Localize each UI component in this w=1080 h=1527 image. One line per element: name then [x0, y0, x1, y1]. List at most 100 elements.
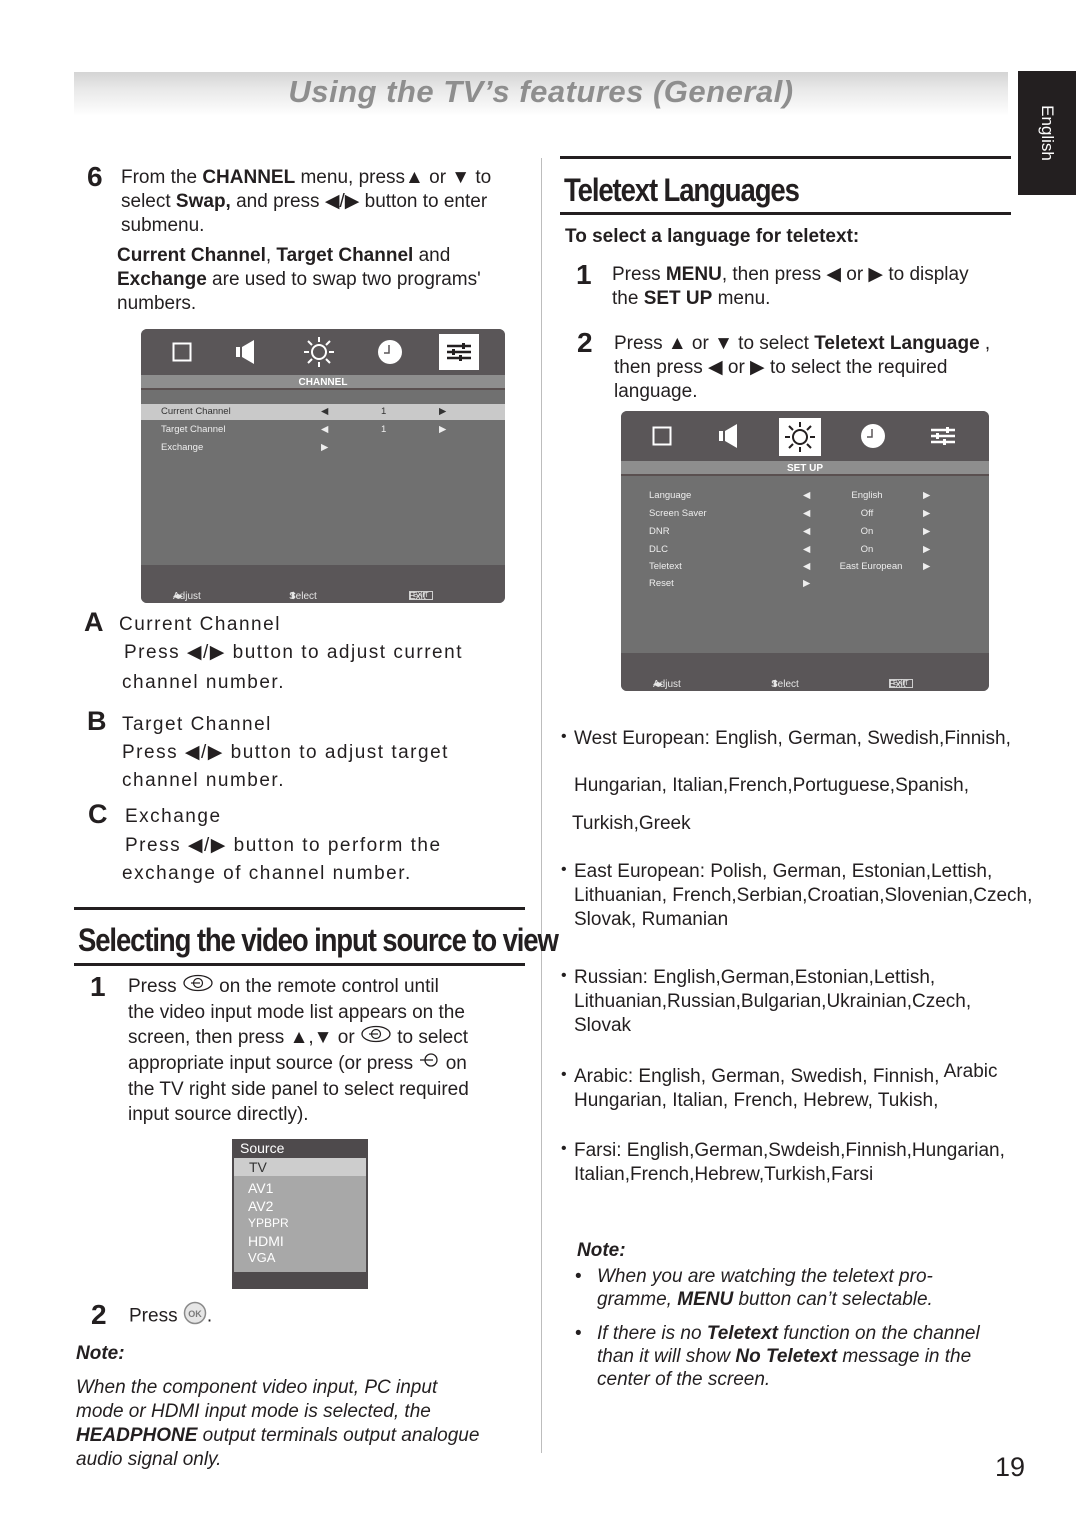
left-right-arrow-icon: ◀/▶	[324, 191, 360, 212]
language-tab: English	[1018, 71, 1076, 195]
osd-row-teletext[interactable]: Teletext ◀ East European ▶	[621, 559, 989, 575]
source-item-selected[interactable]: TV	[234, 1158, 366, 1176]
osd-row-dnr[interactable]: DNR ◀ On ▶	[621, 524, 989, 540]
item-title-b: Target Channel	[122, 714, 272, 735]
teletext-subtitle: To select a language for teletext:	[565, 226, 860, 247]
setup-icon[interactable]	[779, 418, 821, 456]
left-arrow-icon: ◀	[803, 561, 811, 572]
right-arrow-icon: ▶	[923, 508, 931, 519]
page-number: 19	[995, 1452, 1026, 1482]
right-arrow-icon: ▶	[439, 424, 447, 435]
right-arrow-icon: ▶	[803, 578, 811, 589]
bullet-icon: •	[561, 967, 567, 984]
source-item[interactable]: HDMI	[248, 1233, 284, 1249]
source-item[interactable]: AV1	[248, 1180, 273, 1196]
language-tab-label: English	[1038, 105, 1057, 161]
svg-text:OK: OK	[188, 1309, 202, 1319]
right-arrow-icon: ▶	[923, 490, 931, 501]
section-rule-bottom	[560, 212, 1011, 215]
ok-button-icon: OK	[183, 1301, 207, 1332]
step-number: 2	[91, 1299, 107, 1330]
right-arrow-icon: ▶	[321, 442, 329, 453]
video-note-text: When the component video input, PC input…	[76, 1377, 480, 1470]
osd-row-current-channel[interactable]: Current Channel ◀ 1 ▶	[141, 404, 505, 420]
setup-menu-osd: SET UP Language ◀ English ▶ Screen Saver…	[621, 411, 989, 691]
sound-icon[interactable]	[709, 418, 749, 454]
osd-row-target-channel[interactable]: Target Channel ◀ 1 ▶	[141, 422, 505, 438]
channel-icon[interactable]	[439, 334, 479, 370]
item-desc-b-line1: Press ◀/▶ button to adjust target	[122, 742, 449, 763]
video-step2-text: Press OK.	[129, 1301, 212, 1332]
source-item[interactable]: VGA	[248, 1250, 275, 1265]
language-group-east-european: • East European: Polish, German, Estonia…	[561, 860, 1032, 932]
item-letter-a: A	[84, 607, 104, 637]
step-number: 1	[90, 971, 106, 1002]
video-section-title: Selecting the video input source to view	[78, 922, 559, 958]
section-rule-bottom	[74, 963, 525, 966]
column-divider	[541, 158, 542, 1453]
language-group-arabic: • Arabic: English, German, Swedish, Finn…	[561, 1061, 998, 1111]
bullet-icon: •	[575, 1266, 582, 1287]
item-title-c: Exchange	[125, 806, 222, 827]
channel-menu-osd: CHANNEL Current Channel ◀ 1 ▶ Target Cha…	[141, 329, 505, 603]
note-bullet-1: • When you are watching the teletext pro…	[575, 1266, 933, 1310]
left-arrow-icon: ◀	[803, 490, 811, 501]
video-step1-text: Press on the remote control until the vi…	[128, 975, 469, 1126]
item-desc-a-line1: Press ◀/▶ button to adjust current	[124, 642, 463, 663]
teletext-step1-text: Press MENU, then press ◀ or ▶ to display…	[612, 264, 969, 309]
picture-icon[interactable]	[642, 418, 682, 454]
item-title-a: Current Channel	[119, 614, 281, 635]
left-arrow-icon: ◀	[803, 526, 811, 537]
left-arrow-icon: ◀	[803, 544, 811, 555]
step-number: 6	[87, 161, 103, 192]
step-number: 2	[577, 327, 593, 358]
osd-row-language[interactable]: Language ◀ English ▶	[621, 488, 989, 504]
item-letter-c: C	[88, 799, 108, 829]
language-group-west-european: • West European: English, German, Swedis…	[561, 727, 1011, 836]
right-arrow-icon: ▶	[439, 406, 447, 417]
channel-icon[interactable]	[923, 418, 963, 454]
osd-menu-title: CHANNEL	[141, 375, 505, 390]
clock-icon[interactable]	[853, 418, 893, 454]
osd-icon-bar	[621, 411, 989, 461]
osd-row-exchange[interactable]: Exchange ▶	[141, 440, 505, 456]
note-bullet-2: • If there is no Teletext function on th…	[575, 1323, 980, 1390]
osd-footer: ◂▸ Adjust ⬍ Select EXIT Exit	[621, 653, 989, 691]
step6-text: From the CHANNEL menu, press▲ or ▼ to se…	[121, 167, 492, 236]
item-desc-c-line2: exchange of channel number.	[122, 863, 412, 884]
source-item[interactable]: AV2	[248, 1198, 273, 1214]
item-letter-b: B	[87, 706, 107, 736]
step-number: 1	[576, 259, 592, 290]
section-rule-top	[560, 156, 1011, 159]
note-label: Note:	[76, 1343, 125, 1364]
bullet-icon: •	[561, 728, 567, 745]
left-arrow-icon: ◀	[321, 406, 329, 417]
down-arrow-icon: ▼	[451, 167, 471, 188]
osd-row-screen-saver[interactable]: Screen Saver ◀ Off ▶	[621, 506, 989, 522]
teletext-section-title: Teletext Languages	[564, 172, 800, 208]
right-arrow-icon: ▶	[923, 544, 931, 555]
bullet-icon: •	[561, 861, 567, 878]
input-source-icon	[360, 1025, 392, 1051]
up-arrow-icon: ▲	[405, 167, 424, 188]
sound-icon[interactable]	[226, 334, 266, 370]
bullet-icon: •	[575, 1323, 582, 1344]
language-group-russian: • Russian: English,German,Estonian,Letti…	[561, 966, 971, 1038]
item-desc-a-line2: channel number.	[122, 672, 285, 693]
osd-row-reset[interactable]: Reset ▶	[621, 576, 989, 592]
osd-icon-bar	[141, 329, 505, 375]
setup-icon[interactable]	[299, 334, 339, 370]
bullet-icon: •	[561, 1140, 567, 1157]
right-arrow-icon: ▶	[923, 561, 931, 572]
note-label: Note:	[577, 1240, 626, 1261]
clock-icon[interactable]	[370, 334, 410, 370]
step6-description: Current Channel, Target Channel and Exch…	[117, 245, 481, 314]
source-list-osd: Source TV AV1 AV2 YPBPR HDMI VGA	[232, 1139, 368, 1289]
left-arrow-icon: ◀	[321, 424, 329, 435]
osd-row-dlc[interactable]: DLC ◀ On ▶	[621, 542, 989, 558]
osd-footer: ◂▸ Adjust ⬍ Select EXIT Exit	[141, 565, 505, 603]
source-item[interactable]: YPBPR	[248, 1216, 289, 1230]
item-desc-b-line2: channel number.	[122, 770, 285, 791]
picture-icon[interactable]	[162, 334, 202, 370]
source-list-body: TV AV1 AV2 YPBPR HDMI VGA	[234, 1158, 366, 1272]
